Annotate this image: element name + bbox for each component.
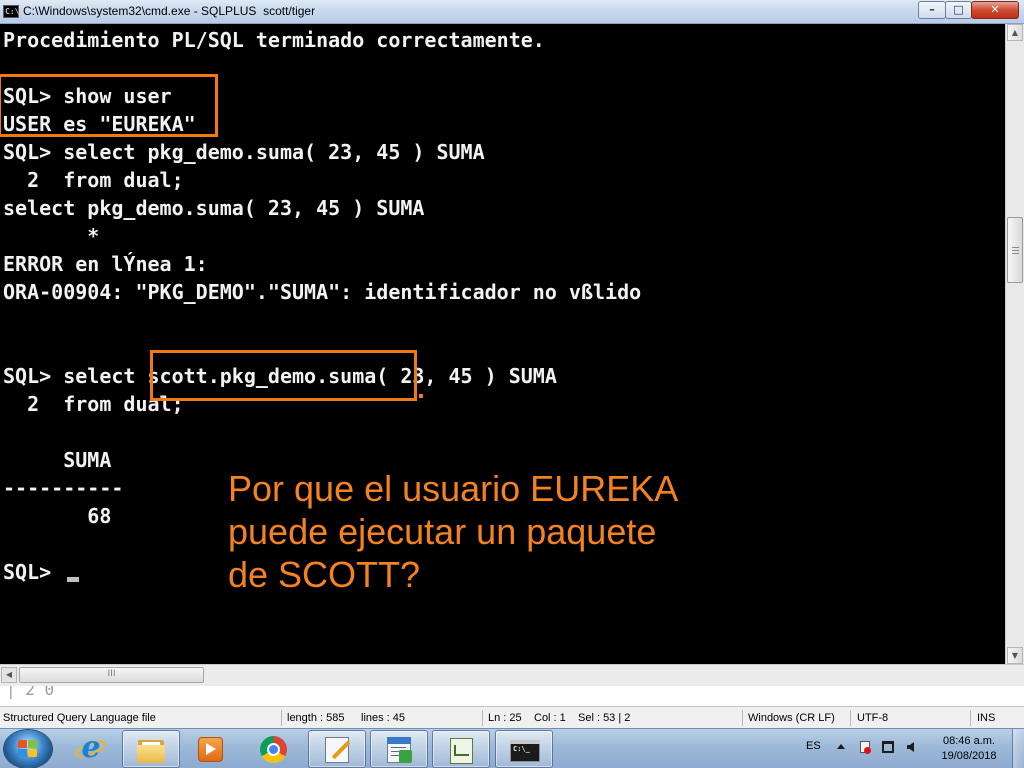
cmd-icon: C:\_ [509,736,540,764]
status-line-number: Ln : 25 [488,712,522,724]
status-length: length : 585 [287,712,345,724]
console-output[interactable]: Procedimiento PL/SQL terminado correctam… [0,24,1005,664]
editor-text-fragment: │ 2 0 [0,686,1024,706]
console-line: SQL> show user [3,84,172,108]
taskbar-google-chrome[interactable] [245,730,303,768]
close-button[interactable]: ✕ [971,1,1019,19]
console-line: SQL> select scott.pkg_demo.suma( 23, 45 … [3,364,557,388]
console-line: SUMA [3,448,112,472]
horizontal-scrollbar-thumb[interactable]: III [19,667,204,683]
vertical-scrollbar[interactable]: ▲ ▼ [1005,24,1024,664]
scroll-up-arrow-icon[interactable]: ▲ [1007,24,1023,41]
clock-date: 19/08/2018 [941,750,997,762]
text-cursor [67,577,79,582]
console-line: USER es "EUREKA" [3,112,196,136]
taskbar-sql-tool[interactable] [370,730,428,768]
media-player-icon [195,735,225,763]
status-insert-mode: INS [977,712,996,724]
taskbar: e C:\_ ES 08:46 a.m. 19/08/2018 [0,728,1024,768]
scrollbar-thumb[interactable] [1007,217,1023,283]
ie-icon: e [72,733,109,763]
status-encoding: UTF-8 [857,712,889,724]
show-desktop-button[interactable] [1012,729,1024,768]
taskbar-media-player[interactable] [182,730,240,768]
window-title-bar[interactable]: C:\ C:\Windows\system32\cmd.exe - SQLPLU… [0,0,1024,24]
folder-icon [136,736,166,764]
taskbar-sql-developer[interactable] [308,730,366,768]
system-clock[interactable]: 08:46 a.m. 19/08/2018 [932,734,1006,764]
console-line: * [3,224,100,248]
console-line: select pkg_demo.suma( 23, 45 ) SUMA [3,196,425,220]
network-icon[interactable] [882,741,894,753]
annotation-question: Por que el usuario EUREKA puede ejecutar… [228,468,679,595]
taskbar-command-prompt[interactable]: C:\_ [495,730,553,768]
sql-editor-icon [322,736,352,764]
taskbar-internet-explorer[interactable]: e [62,730,120,768]
sql-tool-icon [384,736,414,764]
status-column: Col : 1 [534,712,566,724]
status-lines: lines : 45 [361,712,406,724]
editor-ruler-text: │ 2 0 [6,686,55,699]
cmd-window-icon[interactable]: C:\ [3,5,19,18]
console-line: SQL> select pkg_demo.suma( 23, 45 ) SUMA [3,140,485,164]
console-line: ---------- [3,476,124,500]
status-file-type: Structured Query Language file [3,712,156,724]
editor-status-bar: Structured Query Language file length : … [0,706,1024,728]
status-selection: Sel : 53 | 2 [578,712,631,724]
start-button[interactable] [4,730,52,768]
maximize-button[interactable]: □ [945,1,972,19]
scroll-down-arrow-icon[interactable]: ▼ [1007,647,1023,664]
notepad-plus-plus-icon [446,736,476,764]
taskbar-notepad-plus-plus[interactable] [432,730,490,768]
console-line: ORA-00904: "PKG_DEMO"."SUMA": identifica… [3,280,642,304]
volume-icon[interactable] [907,742,914,752]
action-center-flag-icon[interactable] [860,741,871,754]
minimize-button[interactable]: – [918,1,946,19]
tray-language-indicator[interactable]: ES [806,740,821,752]
console-line: 2 from dual; [3,392,184,416]
scroll-left-arrow-icon[interactable]: ◀ [1,667,17,683]
console-line: Procedimiento PL/SQL terminado correctam… [3,28,545,52]
taskbar-windows-explorer[interactable] [122,730,180,768]
status-eol-format: Windows (CR LF) [748,712,835,724]
console-prompt-line: SQL> [3,560,64,584]
highlight-dot [419,394,423,398]
console-line: ERROR en lÝnea 1: [3,252,208,276]
show-hidden-icons-icon[interactable] [837,744,845,749]
horizontal-scrollbar[interactable]: ◀ III [0,664,1024,686]
console-line: 2 from dual; [3,168,184,192]
console-line: 68 [3,504,112,528]
clock-time: 08:46 a.m. [943,735,995,747]
chrome-icon [258,735,288,763]
window-title: C:\Windows\system32\cmd.exe - SQLPLUS sc… [23,4,316,18]
